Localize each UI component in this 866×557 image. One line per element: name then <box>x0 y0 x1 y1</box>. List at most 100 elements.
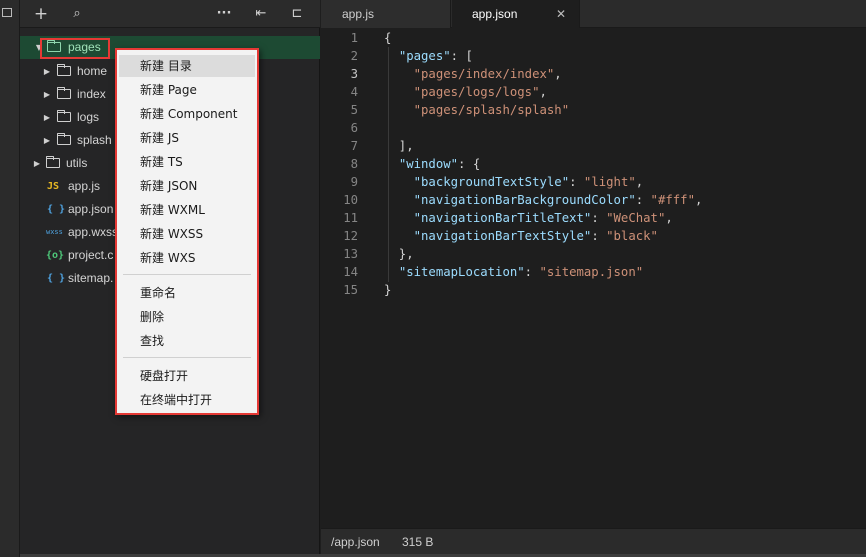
code-token: , <box>554 67 562 81</box>
code-token: : <box>591 211 607 225</box>
code-token: : <box>635 193 651 207</box>
chevron-right-icon[interactable]: ▶ <box>32 152 42 175</box>
folder-icon <box>57 110 71 122</box>
context-menu: 新建 目录 新建 Page 新建 Component 新建 JS 新建 TS 新建 JSO… <box>115 48 259 415</box>
code-text: "navigationBarTextStyle": "black" <box>384 227 658 245</box>
tree-item-label: utils <box>66 156 88 170</box>
code-token: "black" <box>606 229 658 243</box>
line-number: 12 <box>343 229 358 243</box>
code-token: , <box>635 175 644 189</box>
code-token: : <box>524 265 540 279</box>
code-text: { <box>384 29 391 47</box>
line-number: 13 <box>343 247 358 261</box>
chevron-right-icon[interactable]: ▶ <box>42 106 52 129</box>
tab-app-js[interactable]: app.js <box>321 0 451 28</box>
line-number: 4 <box>350 85 358 99</box>
line-number: 2 <box>350 49 358 63</box>
more-icon[interactable]: ··· <box>213 4 235 24</box>
menu-item[interactable]: 删除 <box>119 306 255 328</box>
chevron-right-icon[interactable]: ▶ <box>42 83 52 106</box>
code-text: }, <box>384 245 414 263</box>
add-icon[interactable]: + <box>30 4 52 24</box>
menu-item[interactable]: 查找 <box>119 330 255 352</box>
tree-item-label: splash <box>77 133 112 147</box>
menu-item[interactable]: 新建 TS <box>119 151 255 173</box>
line-number: 5 <box>350 103 358 117</box>
tree-item-label: home <box>77 64 108 78</box>
code-text: } <box>384 281 391 299</box>
wxss-file-icon: wxss <box>46 228 63 236</box>
code-text: "navigationBarTitleText": "WeChat", <box>384 209 673 227</box>
menu-item[interactable]: 新建 Component <box>119 103 255 125</box>
menu-item[interactable]: 新建 WXML <box>119 199 255 221</box>
code-token: "#fff" <box>650 193 695 207</box>
collapse-icon[interactable]: ⇤ <box>250 4 272 24</box>
js-file-icon: JS <box>47 181 60 192</box>
menu-item[interactable]: 在终端中打开 <box>119 389 255 411</box>
chevron-right-icon[interactable]: ▶ <box>42 129 52 152</box>
status-bar: /app.json 315 B <box>321 528 866 555</box>
panel-icon[interactable] <box>2 8 12 17</box>
folder-icon <box>57 64 71 76</box>
tree-item-label: app.json <box>68 202 114 216</box>
menu-separator <box>123 357 251 358</box>
search-icon[interactable]: ⌕ <box>66 4 88 24</box>
code-text: ], <box>384 137 414 155</box>
code-token: , <box>665 211 673 225</box>
code-token: "window" <box>398 157 459 171</box>
code-token: "pages/splash/splash" <box>413 103 570 117</box>
activity-bar <box>0 0 20 557</box>
code-area[interactable]: 1 {2 "pages": [3 "pages/index/index", 4 "p… <box>321 28 866 528</box>
split-icon[interactable]: ⊏ <box>286 4 308 24</box>
code-token: "navigationBarTitleText" <box>413 211 592 225</box>
status-file-path: /app.json <box>331 535 380 549</box>
code-token: { <box>384 31 392 45</box>
menu-item[interactable]: 新建 JS <box>119 127 255 149</box>
tab-label: app.json <box>472 7 518 21</box>
tab-bar: app.js app.json ✕ <box>321 0 866 28</box>
line-number: 14 <box>343 265 358 279</box>
tree-item-label: sitemap. <box>68 271 114 285</box>
code-text: "pages/splash/splash" <box>384 101 569 119</box>
tree-item-label: logs <box>77 110 100 124</box>
line-number: 15 <box>343 283 358 297</box>
line-number: 1 <box>350 31 358 45</box>
code-token: ], <box>384 139 414 153</box>
code-token: } <box>384 283 392 297</box>
code-text: "pages/index/index", <box>384 65 562 83</box>
menu-item[interactable]: 重命名 <box>119 282 255 304</box>
code-token: "backgroundTextStyle" <box>413 175 570 189</box>
code-text: "backgroundTextStyle": "light", <box>384 173 644 191</box>
code-token: "sitemapLocation" <box>398 265 525 279</box>
menu-item[interactable]: 新建 WXS <box>119 247 255 269</box>
code-token: , <box>539 85 547 99</box>
menu-item[interactable]: 新建 WXSS <box>119 223 255 245</box>
close-icon[interactable]: ✕ <box>556 0 566 28</box>
menu-item[interactable]: 新建 JSON <box>119 175 255 197</box>
code-token: : <box>591 229 607 243</box>
code-text: "pages": [ <box>384 47 473 65</box>
code-token: : <box>569 175 584 189</box>
line-number: 8 <box>350 157 358 171</box>
config-file-icon: {o} <box>46 250 65 261</box>
code-token: "pages" <box>398 49 451 63</box>
tab-label: app.js <box>342 7 375 21</box>
line-number: 7 <box>350 139 358 153</box>
tree-item-label: app.wxss <box>68 225 119 239</box>
menu-item[interactable]: 硬盘打开 <box>119 365 255 387</box>
code-text: "pages/logs/logs", <box>384 83 547 101</box>
menu-item[interactable]: 新建 Page <box>119 79 255 101</box>
tab-app-json[interactable]: app.json ✕ <box>452 0 580 28</box>
chevron-right-icon[interactable]: ▶ <box>42 60 52 83</box>
code-token: "WeChat" <box>606 211 666 225</box>
code-token: "navigationBarTextStyle" <box>413 229 592 243</box>
json-file-icon: { } <box>47 273 66 284</box>
tree-item-label: index <box>77 87 106 101</box>
code-token: "sitemap.json" <box>539 265 644 279</box>
menu-item[interactable]: 新建 目录 <box>119 55 255 77</box>
